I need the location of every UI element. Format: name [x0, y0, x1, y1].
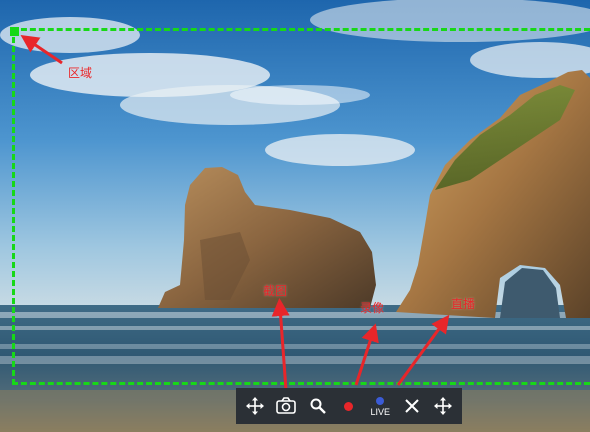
- magnifier-icon: [309, 397, 327, 415]
- record-annotation: 录像: [360, 301, 385, 315]
- screenshot-annotation: 截图: [263, 284, 288, 298]
- region-annotation: 区域: [68, 66, 93, 80]
- record-button[interactable]: [336, 392, 362, 420]
- live-label: LIVE: [370, 407, 391, 417]
- move-arrows-icon: [433, 396, 453, 416]
- record-dot-icon: [344, 401, 354, 411]
- capture-toolbar: LIVE: [236, 388, 462, 424]
- move-arrows-icon: [245, 396, 265, 416]
- live-button[interactable]: LIVE: [367, 392, 393, 420]
- close-button[interactable]: [399, 392, 425, 420]
- close-x-icon: [404, 398, 420, 414]
- move-right-button[interactable]: [430, 392, 456, 420]
- capture-region-border[interactable]: [12, 28, 590, 385]
- region-corner-handle[interactable]: [10, 27, 19, 36]
- move-left-button[interactable]: [242, 392, 268, 420]
- live-dot-icon: [376, 397, 385, 405]
- screenshot-button[interactable]: [273, 392, 299, 420]
- zoom-button[interactable]: [305, 392, 331, 420]
- camera-icon: [275, 396, 297, 416]
- live-annotation: 直播: [451, 297, 476, 311]
